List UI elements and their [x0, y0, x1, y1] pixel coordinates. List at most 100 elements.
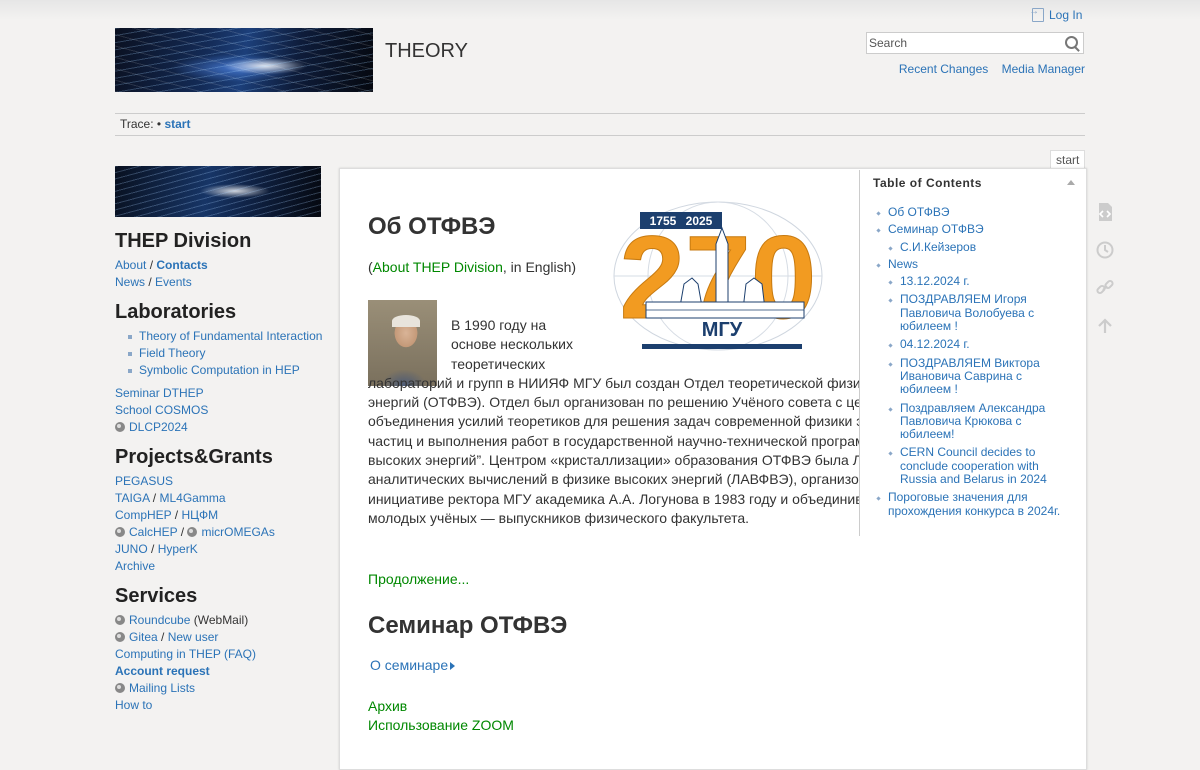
taiga-link[interactable]: TAIGA — [115, 491, 149, 505]
about-seminar-link[interactable]: О семинаре — [370, 657, 448, 673]
list-item: Theory of Fundamental Interaction — [128, 328, 325, 345]
toc-link[interactable]: Пороговые значения для прохождения конку… — [888, 490, 1060, 518]
expand-arrow-icon — [450, 662, 456, 670]
top-shade — [0, 0, 1200, 20]
school-cosmos-link[interactable]: School COSMOS — [115, 403, 208, 417]
globe-icon — [115, 683, 125, 693]
toc-item: 13.12.2024 г. — [900, 275, 1073, 288]
toc-item: CERN Council decides to conclude coopera… — [900, 446, 1073, 486]
gitea-link[interactable]: Gitea — [129, 630, 158, 644]
page-id-tab: start — [1050, 150, 1086, 169]
globe-icon — [115, 527, 125, 537]
seminar-archive-link[interactable]: Архив — [368, 698, 407, 714]
toc-link[interactable]: 04.12.2024 г. — [900, 337, 970, 351]
sidebar-projects-title: Projects&Grants — [115, 446, 273, 468]
account-request-link[interactable]: Account request — [115, 664, 210, 678]
divider — [115, 135, 1085, 136]
toc-link[interactable]: 13.12.2024 г. — [900, 274, 970, 288]
about-thep-link[interactable]: About THEP Division — [373, 259, 503, 275]
heading-about: Об ОТФВЭ — [368, 213, 496, 240]
lab-link-symbolic[interactable]: Symbolic Computation in HEP — [139, 363, 300, 377]
media-manager-link[interactable]: Media Manager — [1002, 62, 1085, 76]
lab-link-field-theory[interactable]: Field Theory — [139, 346, 205, 360]
breadcrumb-label: Trace: — [120, 117, 154, 131]
sidebar-banner — [115, 166, 321, 217]
about-seminar-toggle[interactable]: О семинаре — [370, 657, 456, 673]
ml4gamma-link[interactable]: ML4Gamma — [159, 491, 225, 505]
comphep-link[interactable]: CompHEP — [115, 508, 171, 522]
archive-link[interactable]: Archive — [115, 559, 155, 573]
juno-link[interactable]: JUNO — [115, 542, 148, 556]
pegasus-link[interactable]: PEGASUS — [115, 474, 173, 488]
zoom-usage-link[interactable]: Использование ZOOM — [368, 717, 514, 733]
events-link[interactable]: Events — [155, 275, 192, 289]
roundcube-link[interactable]: Roundcube — [129, 613, 190, 627]
sidebar-services-title: Services — [115, 585, 198, 607]
ncfm-link[interactable]: НЦФМ — [181, 508, 218, 522]
toc-item: Пороговые значения для прохождения конку… — [888, 491, 1073, 518]
toc-item: С.И.Кейзеров — [900, 240, 1073, 254]
about-link[interactable]: About — [115, 258, 146, 272]
webmail-note: (WebMail) — [193, 613, 249, 627]
about-english-note: , in English) — [502, 259, 577, 275]
toc-link[interactable]: ПОЗДРАВЛЯЕМ Игоря Павловича Волобуева с … — [900, 292, 1034, 333]
toc-link[interactable]: ПОЗДРАВЛЯЕМ Виктора Ивановича Саврина с … — [900, 356, 1040, 397]
computing-faq-link[interactable]: Computing in THEP (FAQ) — [115, 647, 256, 661]
sidebar-labs-title: Laboratories — [115, 301, 237, 323]
site-title[interactable]: THEORY — [385, 40, 468, 63]
backlinks-icon[interactable] — [1095, 278, 1115, 298]
globe-icon — [115, 632, 125, 642]
toc-toggle-icon[interactable] — [1067, 180, 1075, 185]
hyperk-link[interactable]: HyperK — [158, 542, 198, 556]
dlcp-link[interactable]: DLCP2024 — [129, 420, 188, 434]
globe-icon — [187, 527, 198, 537]
seminar-dthep-link[interactable]: Seminar DTHEP — [115, 386, 204, 400]
toc-title[interactable]: Table of Contents — [873, 176, 982, 190]
search-icon[interactable] — [1065, 36, 1078, 49]
breadcrumb-start-link[interactable]: start — [164, 117, 190, 131]
toc-link[interactable]: CERN Council decides to conclude coopera… — [900, 445, 1047, 486]
site-logo-banner[interactable] — [115, 28, 373, 92]
site-tools: Recent Changes Media Manager — [889, 62, 1085, 76]
back-to-top-icon[interactable] — [1095, 316, 1115, 336]
toc-item: Семинар ОТФВЭ — [888, 223, 1073, 236]
toc-item: 04.12.2024 г. — [900, 338, 1073, 351]
contacts-link[interactable]: Contacts — [156, 258, 207, 272]
logo-year-end: 2025 — [686, 214, 713, 228]
toc-link[interactable]: News — [888, 257, 918, 271]
news-link[interactable]: News — [115, 275, 145, 289]
toc-link[interactable]: С.И.Кейзеров — [900, 240, 976, 254]
recent-changes-link[interactable]: Recent Changes — [899, 62, 988, 76]
toc-item: ПОЗДРАВЛЯЕМ Виктора Ивановича Саврина с … — [900, 356, 1073, 397]
article-text-indent: В 1990 году на основе нескольких теорети… — [451, 317, 573, 372]
toc-item: Об ОТФВЭ — [888, 205, 1073, 219]
toc-item: ПОЗДРАВЛЯЕМ Игоря Павловича Волобуева с … — [900, 293, 1073, 333]
micromegas-link[interactable]: micrOMEGAs — [201, 525, 274, 539]
read-more-link[interactable]: Продолжение... — [368, 571, 469, 587]
show-source-icon[interactable] — [1095, 202, 1115, 222]
globe-icon — [115, 422, 125, 432]
lab-link-tfi[interactable]: Theory of Fundamental Interaction — [139, 329, 322, 343]
old-revisions-icon[interactable] — [1095, 240, 1115, 260]
mailing-lists-link[interactable]: Mailing Lists — [129, 681, 195, 695]
toc-link[interactable]: Об ОТФВЭ — [888, 205, 950, 219]
login-link[interactable]: Log In — [1029, 6, 1082, 22]
logo-year-start: 1755 — [650, 214, 677, 228]
seminar-links: Архив Использование ZOOM — [368, 697, 514, 735]
login-label[interactable]: Log In — [1049, 8, 1082, 22]
divider — [115, 113, 1085, 114]
howto-link[interactable]: How to — [115, 698, 152, 712]
sidebar-division-title: THEP Division — [115, 230, 252, 252]
globe-icon — [115, 615, 125, 625]
toc-link[interactable]: Семинар ОТФВЭ — [888, 222, 984, 236]
login-icon — [1029, 6, 1044, 22]
calchep-link[interactable]: CalcHEP — [129, 525, 177, 539]
list-item: Field Theory — [128, 345, 325, 362]
search-input[interactable] — [867, 33, 1061, 53]
breadcrumb-bullet: • — [156, 117, 162, 131]
toc-link[interactable]: Поздравляем Александра Павловича Крюкова… — [900, 401, 1045, 442]
about-english-line: (About THEP Division, in English) — [368, 259, 576, 275]
table-of-contents: Table of Contents Об ОТФВЭ Семинар ОТФВЭ… — [859, 170, 1085, 536]
new-user-link[interactable]: New user — [168, 630, 219, 644]
list-item: Symbolic Computation in HEP — [128, 362, 325, 379]
